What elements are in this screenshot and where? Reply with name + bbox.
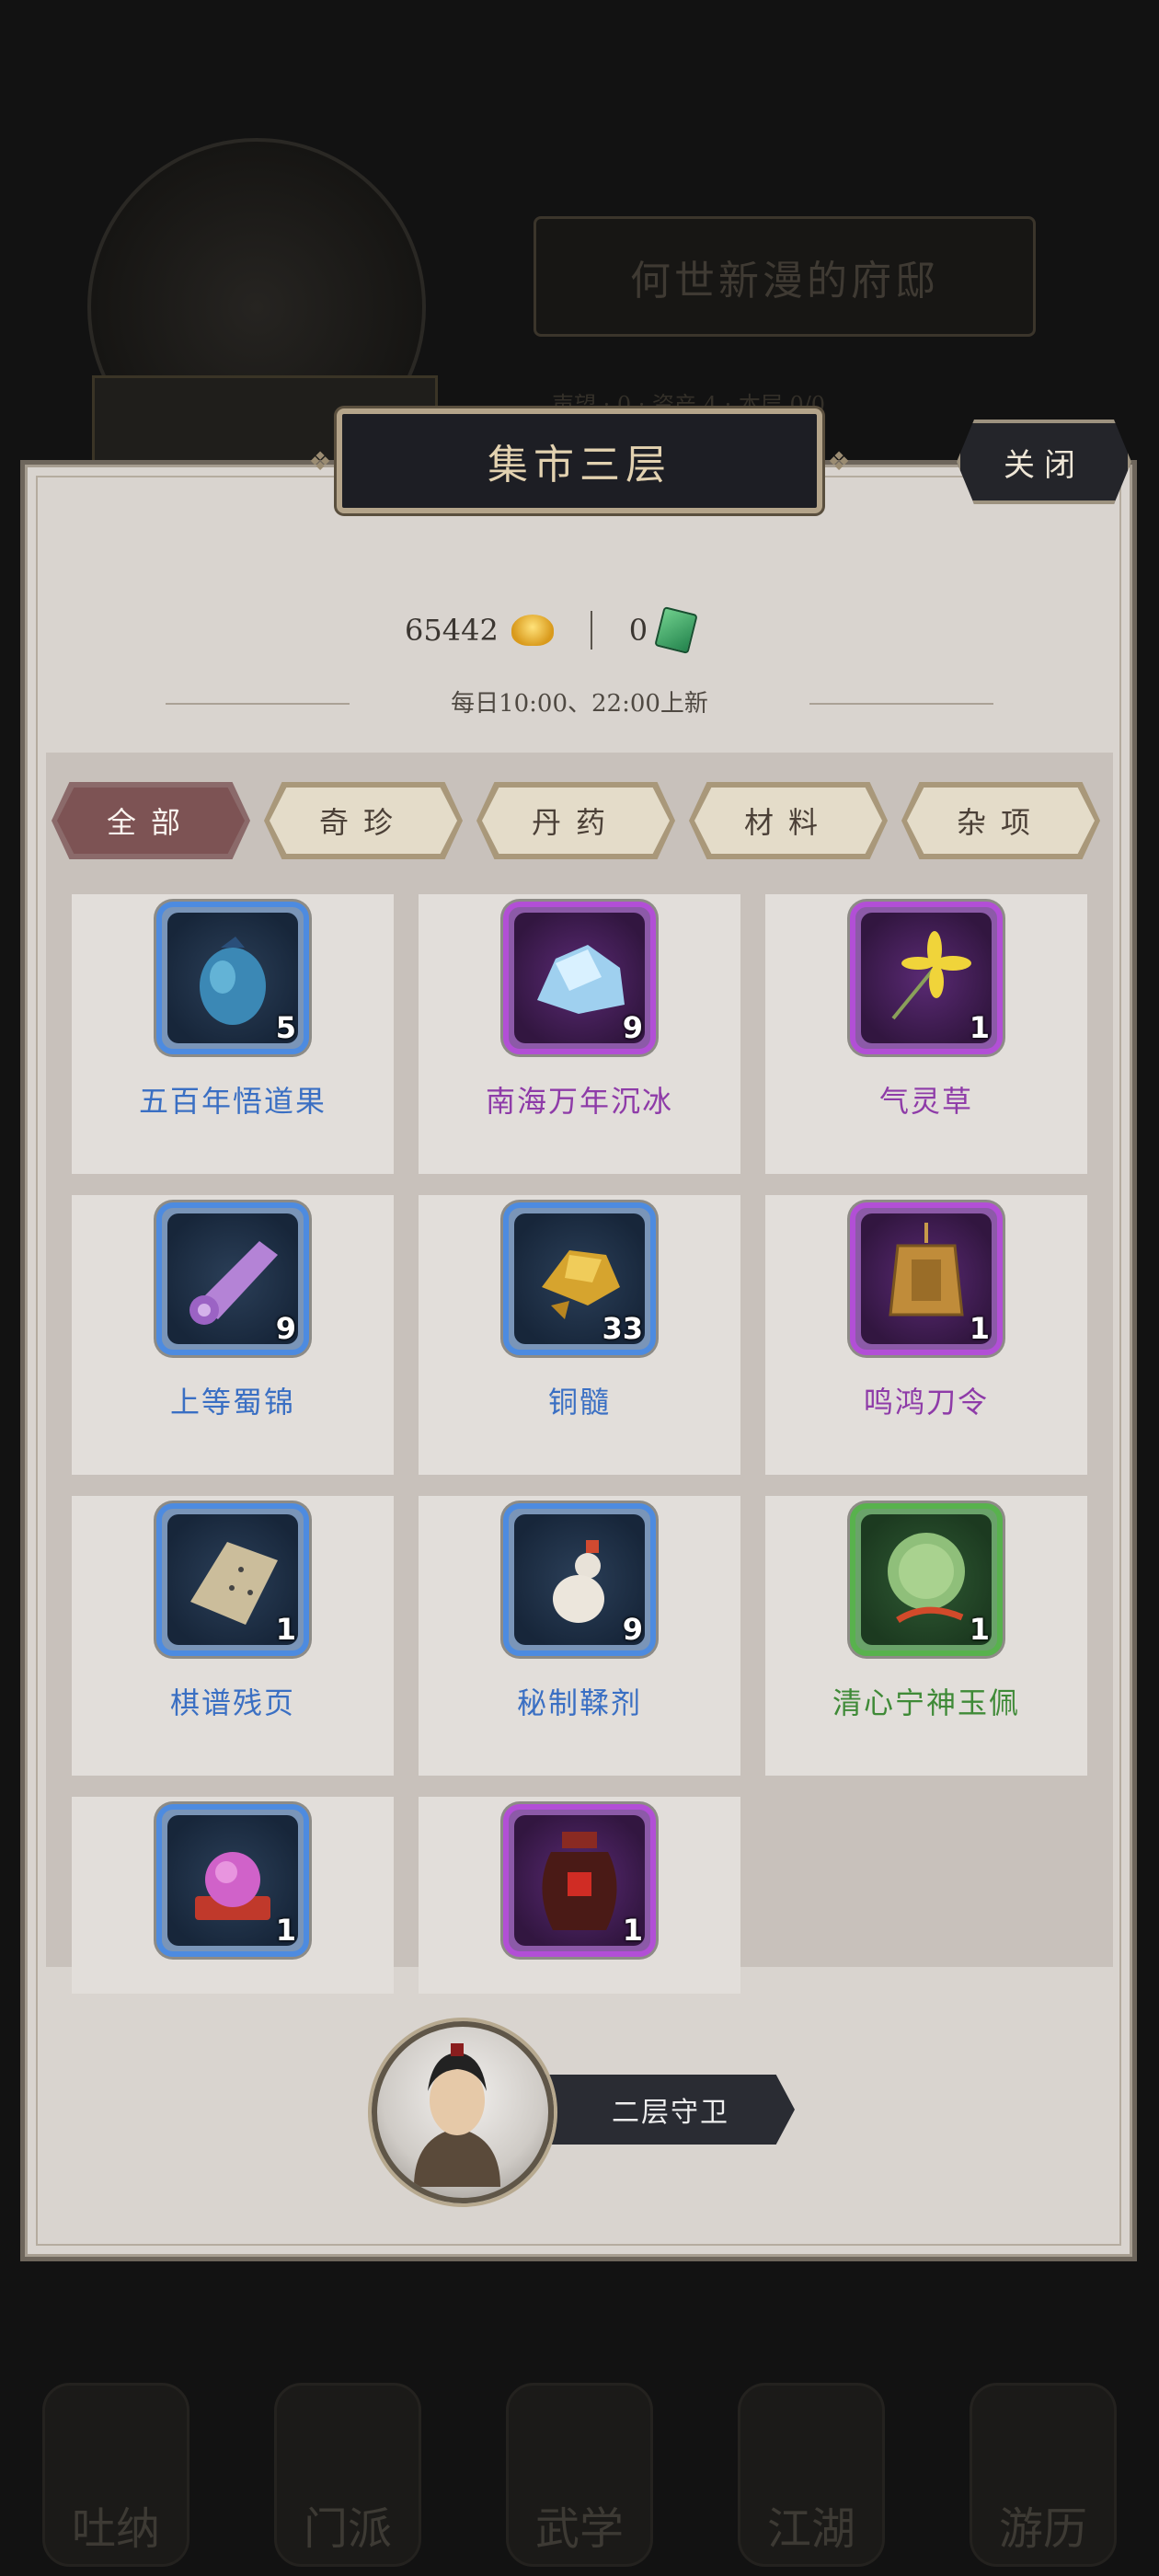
title-ornament-left-icon: ❖ (308, 446, 332, 477)
gold-ingot-icon (511, 615, 554, 646)
item-quantity: 1 (275, 1612, 296, 1647)
item-name: 南海万年沉冰 (485, 1084, 673, 1119)
currency-bar: 65442 0 (405, 606, 698, 654)
jade-amount: 0 (628, 613, 648, 648)
item-icon-frame: 1 (156, 1804, 309, 1957)
item-quantity: 1 (969, 1010, 990, 1045)
category-tabs: 全部 奇珍 丹药 材料 杂项 (52, 782, 1100, 859)
item-quantity: 1 (622, 1913, 643, 1948)
item-quantity: 1 (275, 1913, 296, 1948)
item-quantity: 1 (969, 1612, 990, 1647)
tab-misc[interactable]: 杂项 (901, 782, 1100, 859)
item-grid: 5 五百年悟道果 9 南海万年沉冰 1 气灵草 9 上等蜀锦 33 铜髓 1 鸣… (72, 894, 1087, 1994)
item-name: 鸣鸿刀令 (863, 1385, 989, 1420)
nav-item-wuxue: 武学 (506, 2383, 653, 2567)
refresh-schedule: 每日10:00、22:00上新 (451, 690, 708, 718)
item-quantity: 9 (275, 1311, 296, 1346)
page-title: 集市三层 (488, 442, 671, 489)
guard-portrait-icon (414, 2043, 500, 2187)
tab-all[interactable]: 全部 (52, 782, 250, 859)
item-name: 上等蜀锦 (169, 1385, 295, 1420)
item-card[interactable]: 9 上等蜀锦 (72, 1195, 394, 1475)
item-name: 棋谱残页 (169, 1685, 295, 1720)
nav-item-tuna: 吐纳 (42, 2383, 189, 2567)
tab-label: 奇珍 (270, 788, 457, 854)
item-icon-frame: 1 (850, 1202, 1003, 1355)
item-card[interactable]: 1 (72, 1797, 394, 1994)
item-icon-frame: 33 (503, 1202, 656, 1355)
guard-label: 二层守卫 (612, 2097, 729, 2129)
tab-label: 全部 (57, 788, 245, 854)
item-quantity: 1 (969, 1311, 990, 1346)
jade-token-icon (654, 606, 698, 654)
title-ornament-right-icon: ❖ (827, 446, 851, 477)
gold-amount: 65442 (405, 613, 499, 648)
item-name: 五百年悟道果 (138, 1084, 327, 1119)
item-icon-frame: 1 (503, 1804, 656, 1957)
title-plate: 集市三层 (337, 408, 822, 513)
guard-label-plate: 二层守卫 (528, 2075, 795, 2145)
item-name: 气灵草 (878, 1084, 973, 1119)
item-card[interactable]: 1 气灵草 (765, 894, 1087, 1174)
nav-item-menpai: 门派 (274, 2383, 421, 2567)
close-button-label: 关闭 (1004, 446, 1084, 484)
item-card[interactable]: 1 (419, 1797, 740, 1994)
item-card[interactable]: 9 秘制鞣剂 (419, 1496, 740, 1776)
item-card[interactable]: 1 清心宁神玉佩 (765, 1496, 1087, 1776)
item-quantity: 9 (622, 1612, 643, 1647)
tab-label: 丹药 (482, 788, 670, 854)
item-quantity: 33 (602, 1311, 643, 1346)
close-button[interactable]: 关闭 (957, 420, 1131, 504)
item-card[interactable]: 9 南海万年沉冰 (419, 894, 740, 1174)
item-name: 秘制鞣剂 (516, 1685, 642, 1720)
item-card[interactable]: 1 棋谱残页 (72, 1496, 394, 1776)
guard-avatar (372, 2021, 554, 2203)
nav-item-youli: 游历 (970, 2383, 1117, 2567)
item-icon-frame: 9 (156, 1202, 309, 1355)
tab-pills[interactable]: 丹药 (476, 782, 675, 859)
item-name: 清心宁神玉佩 (832, 1685, 1020, 1720)
item-card[interactable]: 5 五百年悟道果 (72, 894, 394, 1174)
item-icon-frame: 1 (850, 902, 1003, 1054)
item-icon-frame: 1 (156, 1503, 309, 1656)
item-name: 铜髓 (547, 1385, 611, 1420)
item-icon-frame: 5 (156, 902, 309, 1054)
item-card[interactable]: 1 鸣鸿刀令 (765, 1195, 1087, 1475)
item-icon-frame: 9 (503, 1503, 656, 1656)
bottom-nav: 吐纳 门派 武学 江湖 游历 (0, 2355, 1159, 2576)
mansion-title: 何世新漫的府邸 (534, 216, 1036, 337)
item-icon-frame: 9 (503, 902, 656, 1054)
nav-item-jianghu: 江湖 (738, 2383, 885, 2567)
tab-label: 材料 (694, 788, 882, 854)
currency-divider (590, 611, 592, 650)
item-quantity: 5 (275, 1010, 296, 1045)
tab-label: 杂项 (907, 788, 1095, 854)
tab-treasures[interactable]: 奇珍 (264, 782, 463, 859)
tab-materials[interactable]: 材料 (689, 782, 888, 859)
item-quantity: 9 (622, 1010, 643, 1045)
item-icon-frame: 1 (850, 1503, 1003, 1656)
item-card[interactable]: 33 铜髓 (419, 1195, 740, 1475)
